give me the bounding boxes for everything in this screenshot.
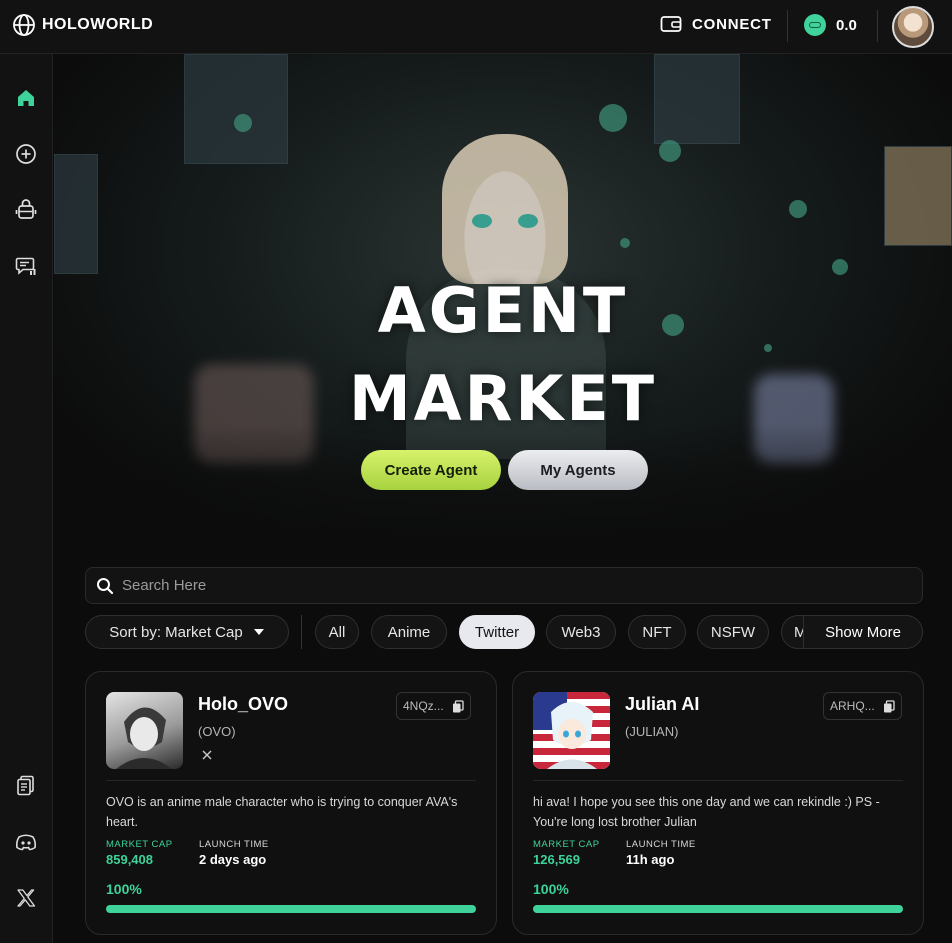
progress-percent: 100% [106,881,142,897]
contract-address: 4NQz... [403,699,444,713]
progress-bar [533,905,903,913]
plus-circle-icon [16,144,36,164]
contract-address-copy[interactable]: 4NQz... [396,692,471,720]
launch-time-label: LAUNCH TIME [626,839,696,850]
divider [301,615,302,649]
hero-banner: AGENT MARKET Create Agent My Agents [54,54,952,544]
flag-portrait-icon [533,692,610,769]
background-panel [54,154,98,274]
divider [877,10,878,42]
network-node [832,259,848,275]
agent-name: Holo_OVO [198,694,289,714]
chevron-down-icon [253,629,264,635]
launch-time-label: LAUNCH TIME [199,839,269,850]
sidebar-item-home[interactable] [13,85,39,111]
launch-time-value: 11h ago [626,852,675,867]
balance-value: 0.0 [836,16,857,34]
sidebar-item-chat[interactable] [13,253,39,279]
anime-portrait-icon [116,707,172,769]
balance-display[interactable]: 0.0 [804,14,857,36]
sidebar-item-x[interactable] [13,885,39,911]
show-more-button[interactable]: Show More [803,615,923,649]
docs-icon [17,775,34,796]
connect-wallet-button[interactable]: CONNECT [660,14,772,34]
sidebar-item-agents[interactable] [13,197,39,223]
create-agent-button[interactable]: Create Agent [361,450,501,490]
discord-icon [15,834,37,851]
hero-title-line1: AGENT [377,274,629,347]
top-bar: HOLOWORLD CONNECT 0.0 [0,0,952,54]
tag-anime[interactable]: Anime [371,615,447,649]
tag-nft[interactable]: NFT [628,615,686,649]
launch-time-value: 2 days ago [199,852,267,867]
sidebar-item-discord[interactable] [13,829,39,855]
agent-eye [472,214,492,228]
chat-icon [15,257,36,275]
tag-nsfw[interactable]: NSFW [697,615,769,649]
sidebar-item-create[interactable] [13,141,39,167]
agent-ticker: (JULIAN) [625,724,679,739]
globe-logo-icon [13,14,35,36]
progress-percent: 100% [533,881,569,897]
market-cap-label: MARKET CAP [533,839,600,850]
sort-dropdown[interactable]: Sort by: Market Cap [85,615,289,649]
network-node [599,104,627,132]
tag-all[interactable]: All [315,615,359,649]
market-cap-value: 126,569 [533,852,580,867]
divider [533,780,903,781]
divider [787,10,788,42]
user-avatar[interactable] [892,6,934,48]
copy-icon [452,699,464,712]
tag-web3[interactable]: Web3 [546,615,616,649]
x-icon [17,889,36,907]
background-panel [884,146,952,246]
network-node [234,114,252,132]
background-panel [654,54,740,144]
network-node [789,200,807,218]
sidebar [0,54,53,943]
filter-bar: Sort by: Market Cap All Anime Twitter We… [85,615,923,649]
brand-logo[interactable]: HOLOWORLD [12,13,153,37]
agent-card[interactable]: Holo_OVO (OVO) 4NQz... OVO is an anime m… [85,671,497,935]
home-icon [18,90,34,106]
market-cap-value: 859,408 [106,852,153,867]
agent-avatar [106,692,183,769]
agent-card[interactable]: Julian AI (JULIAN) ARHQ... hi ava! I hop… [512,671,924,935]
tag-twitter[interactable]: Twitter [459,615,535,649]
network-node [659,140,681,162]
hero-title-line2: MARKET [348,362,658,435]
my-agents-button[interactable]: My Agents [508,450,648,490]
contract-address: ARHQ... [830,699,875,713]
agent-ticker: (OVO) [198,724,236,739]
background-panel [184,54,288,164]
brand-name: HOLOWORLD [42,16,154,33]
holo-coin-icon [804,14,826,36]
search-bar [85,567,923,604]
agent-description: OVO is an anime male character who is tr… [106,795,458,829]
sidebar-item-docs[interactable] [13,772,39,798]
agent-avatar [533,692,610,769]
agent-name: Julian AI [625,694,700,714]
connect-label: CONNECT [692,15,772,33]
contract-address-copy[interactable]: ARHQ... [823,692,902,720]
progress-bar [106,905,476,913]
market-cap-label: MARKET CAP [106,839,173,850]
network-node [620,238,630,248]
sort-label: Sort by: Market Cap [109,623,243,641]
agent-description: hi ava! I hope you see this one day and … [533,795,880,829]
agent-eye [518,214,538,228]
search-icon [97,577,114,594]
x-icon [202,750,212,760]
progress-fill [106,905,476,913]
social-x-link[interactable] [202,748,212,763]
robot-icon [15,199,37,219]
agent-figure-head [442,134,568,284]
progress-fill [533,905,903,913]
search-input[interactable] [122,577,882,594]
hero-fade [54,424,952,544]
divider [106,780,476,781]
copy-icon [883,699,895,712]
wallet-icon [660,16,682,32]
